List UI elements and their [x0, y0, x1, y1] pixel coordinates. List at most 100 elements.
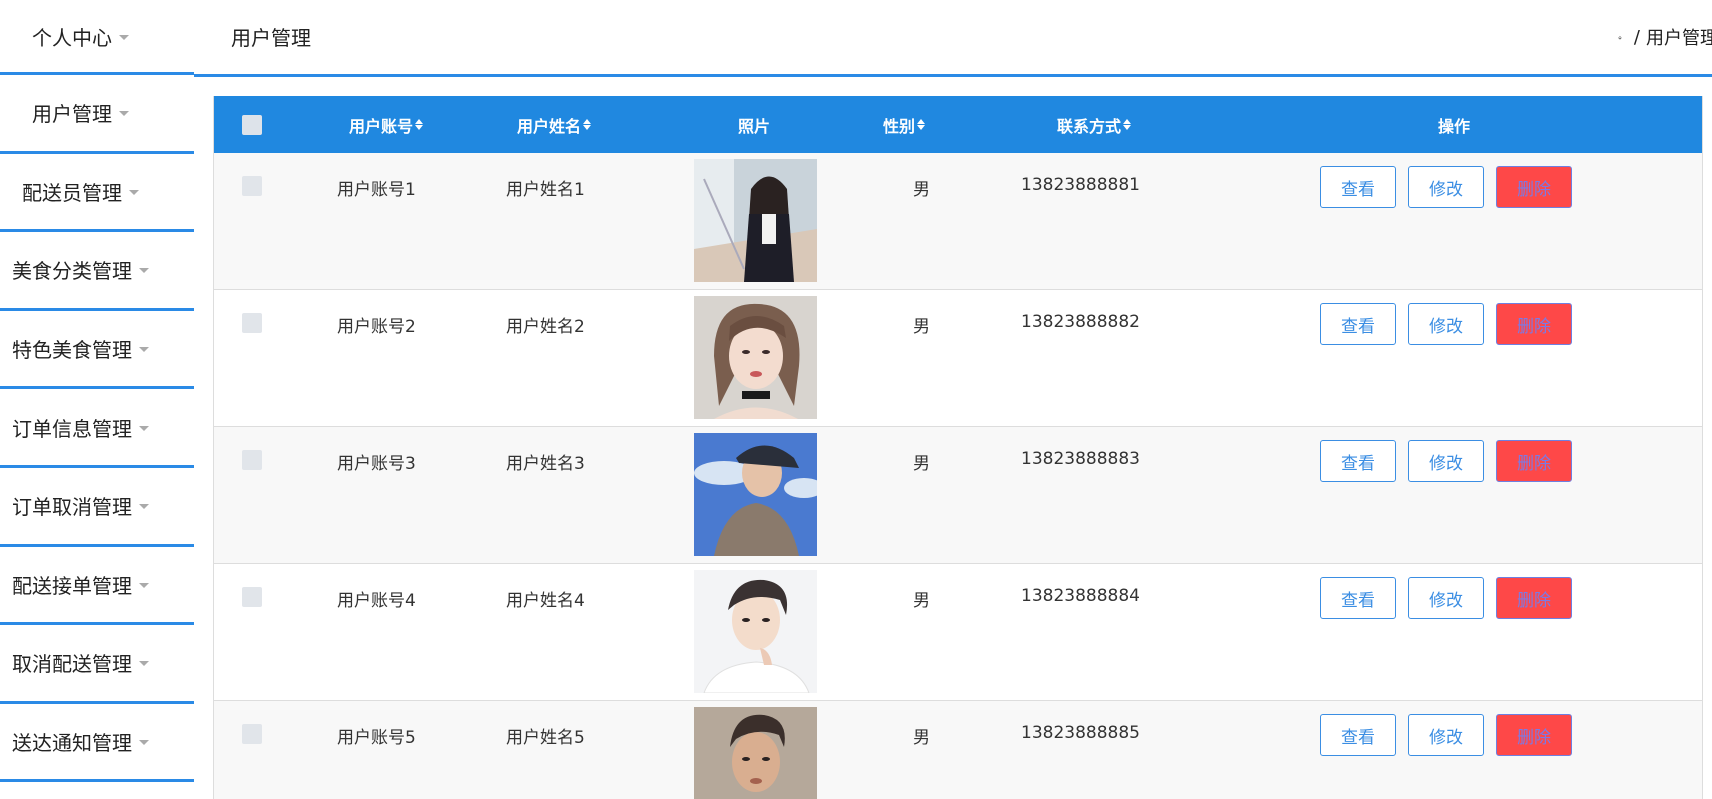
column-header-actions: 操作 [1414, 96, 1494, 153]
cell-gender: 男 [913, 591, 930, 611]
sort-icon[interactable] [583, 119, 591, 130]
caret-down-icon [139, 661, 149, 667]
cell-phone: 13823888885 [1021, 723, 1140, 743]
sidebar-item-user-management[interactable]: 用户管理 [0, 75, 194, 154]
sidebar: 个人中心 用户管理 配送员管理 美食分类管理 特色美食管理 订单信息管理 订单取… [0, 0, 194, 799]
sort-icon[interactable] [415, 119, 423, 130]
view-button[interactable]: 查看 [1320, 440, 1396, 482]
cell-gender: 男 [913, 317, 930, 337]
sidebar-item-label: 特色美食管理 [12, 338, 132, 363]
row-checkbox[interactable] [242, 450, 262, 470]
column-header-phone[interactable]: 联系方式 [1034, 96, 1154, 153]
sidebar-item-personal-center[interactable]: 个人中心 [0, 0, 194, 75]
sidebar-item-label: 美食分类管理 [12, 259, 132, 284]
sidebar-item-food-category-management[interactable]: 美食分类管理 [0, 232, 194, 311]
edit-button[interactable]: 修改 [1408, 440, 1484, 482]
table-row: 用户账号4 用户姓名4 男 13823888884 查看 修改 删除 [214, 564, 1702, 701]
delete-button[interactable]: 删除 [1496, 166, 1572, 208]
caret-down-icon [119, 34, 129, 40]
breadcrumb-separator: / [1633, 26, 1640, 48]
caret-down-icon [139, 582, 149, 588]
user-photo [694, 707, 817, 799]
user-photo [694, 296, 817, 419]
edit-button[interactable]: 修改 [1408, 577, 1484, 619]
view-button[interactable]: 查看 [1320, 303, 1396, 345]
sidebar-item-order-info-management[interactable]: 订单信息管理 [0, 389, 194, 468]
cell-account: 用户账号5 [337, 728, 416, 748]
user-table: 用户账号 用户姓名 照片 性别 联系方式 操作 用户账号1 用户姓名1 男 13… [213, 96, 1703, 799]
cell-gender: 男 [913, 180, 930, 200]
column-header-label: 操作 [1437, 116, 1470, 136]
column-header-gender[interactable]: 性别 [874, 96, 934, 153]
cell-name: 用户姓名2 [506, 317, 585, 337]
column-header-label: 联系方式 [1056, 116, 1121, 136]
column-header-account[interactable]: 用户账号 [336, 96, 436, 153]
breadcrumb-item[interactable]: 用户管理 [1646, 24, 1712, 50]
cell-name: 用户姓名1 [506, 180, 585, 200]
cell-name: 用户姓名4 [506, 591, 585, 611]
column-header-name[interactable]: 用户姓名 [504, 96, 604, 153]
table-row: 用户账号2 用户姓名2 男 13823888882 查看 修改 删除 [214, 290, 1702, 427]
sidebar-item-label: 配送接单管理 [12, 573, 132, 598]
cell-gender: 男 [913, 728, 930, 748]
cell-name: 用户姓名3 [506, 454, 585, 474]
caret-down-icon [119, 111, 129, 117]
sidebar-item-delivery-cancel-management[interactable]: 取消配送管理 [0, 625, 194, 704]
sidebar-item-label: 订单信息管理 [12, 416, 132, 441]
delete-button[interactable]: 删除 [1496, 303, 1572, 345]
edit-button[interactable]: 修改 [1408, 166, 1484, 208]
cell-phone: 13823888882 [1021, 312, 1140, 332]
edit-button[interactable]: 修改 [1408, 714, 1484, 756]
sidebar-item-label: 个人中心 [32, 25, 112, 50]
row-checkbox[interactable] [242, 587, 262, 607]
column-header-label: 性别 [882, 116, 915, 136]
column-header-photo: 照片 [714, 96, 794, 153]
view-button[interactable]: 查看 [1320, 166, 1396, 208]
table-header: 用户账号 用户姓名 照片 性别 联系方式 操作 [214, 96, 1702, 153]
view-button[interactable]: 查看 [1320, 577, 1396, 619]
user-photo [694, 159, 817, 282]
sidebar-item-label: 订单取消管理 [12, 495, 132, 520]
select-all-checkbox[interactable] [242, 115, 262, 135]
cell-account: 用户账号2 [337, 317, 416, 337]
view-button[interactable]: 查看 [1320, 714, 1396, 756]
caret-down-icon [139, 504, 149, 510]
column-header-label: 照片 [737, 116, 770, 136]
page-header: 用户管理 / 用户管理 [194, 0, 1712, 77]
table-row: 用户账号3 用户姓名3 男 13823888883 查看 修改 删除 [214, 427, 1702, 564]
row-checkbox[interactable] [242, 176, 262, 196]
edit-button[interactable]: 修改 [1408, 303, 1484, 345]
delete-button[interactable]: 删除 [1496, 440, 1572, 482]
page-title: 用户管理 [231, 26, 311, 50]
sidebar-item-label: 用户管理 [32, 102, 112, 127]
sidebar-item-label: 配送员管理 [22, 180, 122, 205]
caret-down-icon [139, 425, 149, 431]
caret-down-icon [139, 268, 149, 274]
home-icon[interactable] [1618, 29, 1622, 46]
cell-gender: 男 [913, 454, 930, 474]
sort-icon[interactable] [917, 119, 925, 130]
sidebar-item-courier-management[interactable]: 配送员管理 [0, 154, 194, 233]
cell-phone: 13823888884 [1021, 586, 1140, 606]
caret-down-icon [129, 189, 139, 195]
sidebar-item-order-cancel-management[interactable]: 订单取消管理 [0, 468, 194, 547]
cell-account: 用户账号4 [337, 591, 416, 611]
cell-account: 用户账号1 [337, 180, 416, 200]
row-checkbox[interactable] [242, 724, 262, 744]
delete-button[interactable]: 删除 [1496, 577, 1572, 619]
sidebar-item-specialty-food-management[interactable]: 特色美食管理 [0, 311, 194, 390]
cell-phone: 13823888883 [1021, 449, 1140, 469]
cell-phone: 13823888881 [1021, 175, 1140, 195]
caret-down-icon [139, 347, 149, 353]
sort-icon[interactable] [1123, 119, 1131, 130]
cell-name: 用户姓名5 [506, 728, 585, 748]
table-row: 用户账号1 用户姓名1 男 13823888881 查看 修改 删除 [214, 153, 1702, 290]
column-header-label: 用户账号 [348, 116, 413, 136]
user-photo [694, 433, 817, 556]
sidebar-item-delivery-notice-management[interactable]: 送达通知管理 [0, 704, 194, 783]
delete-button[interactable]: 删除 [1496, 714, 1572, 756]
sidebar-item-delivery-accept-management[interactable]: 配送接单管理 [0, 547, 194, 626]
breadcrumb: / 用户管理 [1618, 24, 1712, 50]
cell-account: 用户账号3 [337, 454, 416, 474]
row-checkbox[interactable] [242, 313, 262, 333]
